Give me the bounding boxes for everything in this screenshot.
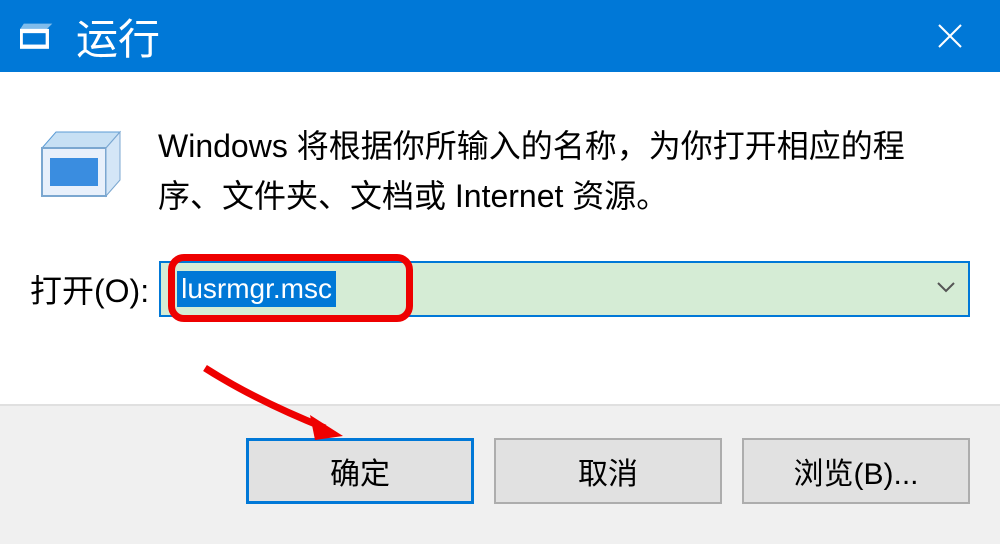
run-dialog-icon [20, 21, 58, 51]
run-icon [38, 130, 128, 205]
open-label: 打开(O): [30, 266, 149, 312]
dialog-body: Windows 将根据你所输入的名称，为你打开相应的程序、文件夹、文档或 Int… [0, 72, 1000, 377]
ok-button[interactable]: 确定 [246, 438, 474, 504]
cancel-button[interactable]: 取消 [494, 438, 722, 504]
open-input-row: 打开(O): lusrmgr.msc [30, 261, 970, 317]
window-title: 运行 [76, 6, 160, 67]
close-button[interactable] [930, 16, 970, 56]
button-bar: 确定 取消 浏览(B)... [0, 404, 1000, 544]
description-row: Windows 将根据你所输入的名称，为你打开相应的程序、文件夹、文档或 Int… [30, 122, 970, 221]
description-text: Windows 将根据你所输入的名称，为你打开相应的程序、文件夹、文档或 Int… [158, 122, 970, 221]
command-combobox[interactable]: lusrmgr.msc [159, 261, 970, 317]
command-value: lusrmgr.msc [177, 271, 336, 307]
browse-button[interactable]: 浏览(B)... [742, 438, 970, 504]
titlebar: 运行 [0, 0, 1000, 72]
chevron-down-icon[interactable] [936, 280, 956, 298]
